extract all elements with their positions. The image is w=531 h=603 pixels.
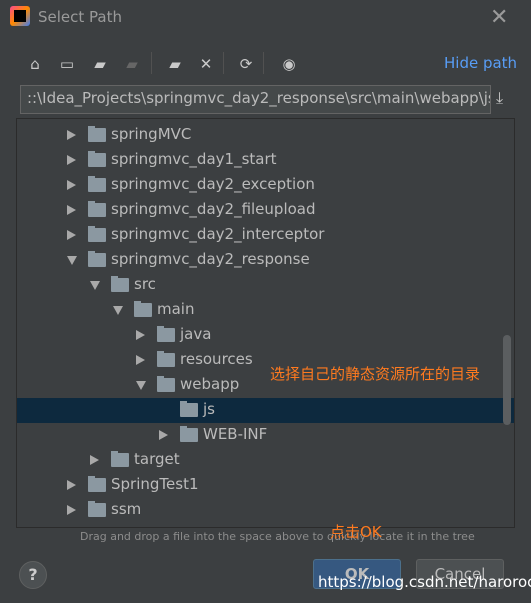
folder-icon — [180, 401, 198, 417]
collapsed-arrow-icon[interactable] — [136, 355, 145, 365]
tree-row[interactable]: js — [17, 398, 514, 423]
tree-row[interactable]: main — [17, 298, 514, 323]
collapsed-arrow-icon[interactable] — [67, 180, 76, 190]
module-folder-icon[interactable]: ▰ — [122, 54, 142, 74]
folder-icon — [88, 201, 106, 217]
tree-row[interactable]: WEB-INF — [17, 423, 514, 448]
tree-row-label: main — [157, 300, 195, 318]
folder-icon — [88, 476, 106, 492]
intellij-logo — [10, 6, 30, 26]
watermark: https://blog.csdn.net/haroroc — [318, 573, 531, 591]
tree-row-label: springmvc_day2_fileupload — [111, 200, 316, 218]
delete-icon[interactable]: ✕ — [196, 54, 216, 74]
tree-row-label: ssm — [111, 500, 142, 518]
tree-row-label: springMVC — [111, 125, 192, 143]
collapsed-arrow-icon[interactable] — [136, 330, 145, 340]
tree-row-label: resources — [180, 350, 253, 368]
collapsed-arrow-icon[interactable] — [67, 480, 76, 490]
collapsed-arrow-icon[interactable] — [67, 130, 76, 140]
collapsed-arrow-icon[interactable] — [90, 455, 99, 465]
folder-icon — [180, 426, 198, 442]
folder-icon — [134, 301, 152, 317]
toolbar-separator — [263, 52, 264, 74]
toolbar-separator — [151, 52, 152, 74]
close-icon[interactable]: ✕ — [490, 5, 508, 30]
annotation-select-dir: 选择自己的静态资源所在的目录 — [270, 365, 481, 383]
tree-row-label: WEB-INF — [203, 425, 268, 443]
download-icon[interactable]: ⤓ — [496, 88, 503, 108]
expanded-arrow-icon[interactable] — [136, 381, 146, 390]
folder-icon — [111, 451, 129, 467]
drag-drop-hint: Drag and drop a file into the space abov… — [80, 530, 475, 543]
tree-row[interactable]: ssm — [17, 498, 514, 523]
tree-scrollbar[interactable] — [503, 335, 511, 425]
collapsed-arrow-icon[interactable] — [67, 505, 76, 515]
tree-row-label: src — [134, 275, 156, 293]
folder-icon — [157, 351, 175, 367]
tree-row-label: springmvc_day2_response — [111, 250, 310, 268]
hide-path-link[interactable]: Hide path — [444, 54, 517, 72]
collapsed-arrow-icon[interactable] — [159, 430, 168, 440]
collapsed-arrow-icon[interactable] — [67, 230, 76, 240]
tree-row-label: springmvc_day2_interceptor — [111, 225, 325, 243]
tree-row-label: springmvc_day1_start — [111, 150, 277, 168]
tree-row[interactable]: springmvc_day2_interceptor — [17, 223, 514, 248]
expanded-arrow-icon[interactable] — [90, 281, 100, 290]
toolbar-separator — [223, 52, 224, 74]
tree-row[interactable]: SpringTest1 — [17, 473, 514, 498]
tree-row-label: springmvc_day2_exception — [111, 175, 315, 193]
dialog-title: Select Path — [38, 8, 122, 26]
tree-row[interactable]: springMVC — [17, 123, 514, 148]
folder-icon — [88, 126, 106, 142]
folder-icon — [88, 226, 106, 242]
project-folder-icon[interactable]: ▰ — [90, 54, 110, 74]
tree-row-label: SpringTest1 — [111, 475, 199, 493]
collapsed-arrow-icon[interactable] — [67, 205, 76, 215]
folder-icon — [111, 276, 129, 292]
folder-icon — [88, 151, 106, 167]
tree-row-label: webapp — [180, 375, 240, 393]
tree-row[interactable]: springmvc_day2_exception — [17, 173, 514, 198]
tree-row-label: js — [203, 400, 215, 418]
collapsed-arrow-icon[interactable] — [67, 155, 76, 165]
refresh-icon[interactable]: ⟳ — [236, 54, 256, 74]
folder-icon — [157, 326, 175, 342]
folder-icon — [157, 376, 175, 392]
folder-icon — [88, 501, 106, 517]
file-tree[interactable]: springMVC springmvc_day1_start springmvc_d… — [16, 118, 515, 528]
tree-row[interactable]: springmvc_day2_response — [17, 248, 514, 273]
tree-row[interactable]: src — [17, 273, 514, 298]
tree-row[interactable]: target — [17, 448, 514, 473]
tree-row-label: java — [180, 325, 212, 343]
home-icon[interactable]: ⌂ — [25, 54, 45, 74]
tree-row[interactable]: springmvc_day1_start — [17, 148, 514, 173]
new-folder-icon[interactable]: ▰ — [165, 54, 185, 74]
expanded-arrow-icon[interactable] — [67, 256, 77, 265]
tree-row-label: target — [134, 450, 180, 468]
path-input[interactable]: ::\Idea_Projects\springmvc_day2_response… — [20, 85, 491, 114]
tree-row[interactable]: java — [17, 323, 514, 348]
help-button[interactable]: ? — [19, 561, 47, 589]
expanded-arrow-icon[interactable] — [113, 306, 123, 315]
tree-row[interactable]: springmvc_day2_fileupload — [17, 198, 514, 223]
folder-icon — [88, 176, 106, 192]
folder-icon — [88, 251, 106, 267]
show-hidden-icon[interactable]: ◉ — [279, 54, 299, 74]
annotation-click-ok: 点击OK — [330, 523, 382, 541]
desktop-icon[interactable]: ▭ — [57, 54, 77, 74]
